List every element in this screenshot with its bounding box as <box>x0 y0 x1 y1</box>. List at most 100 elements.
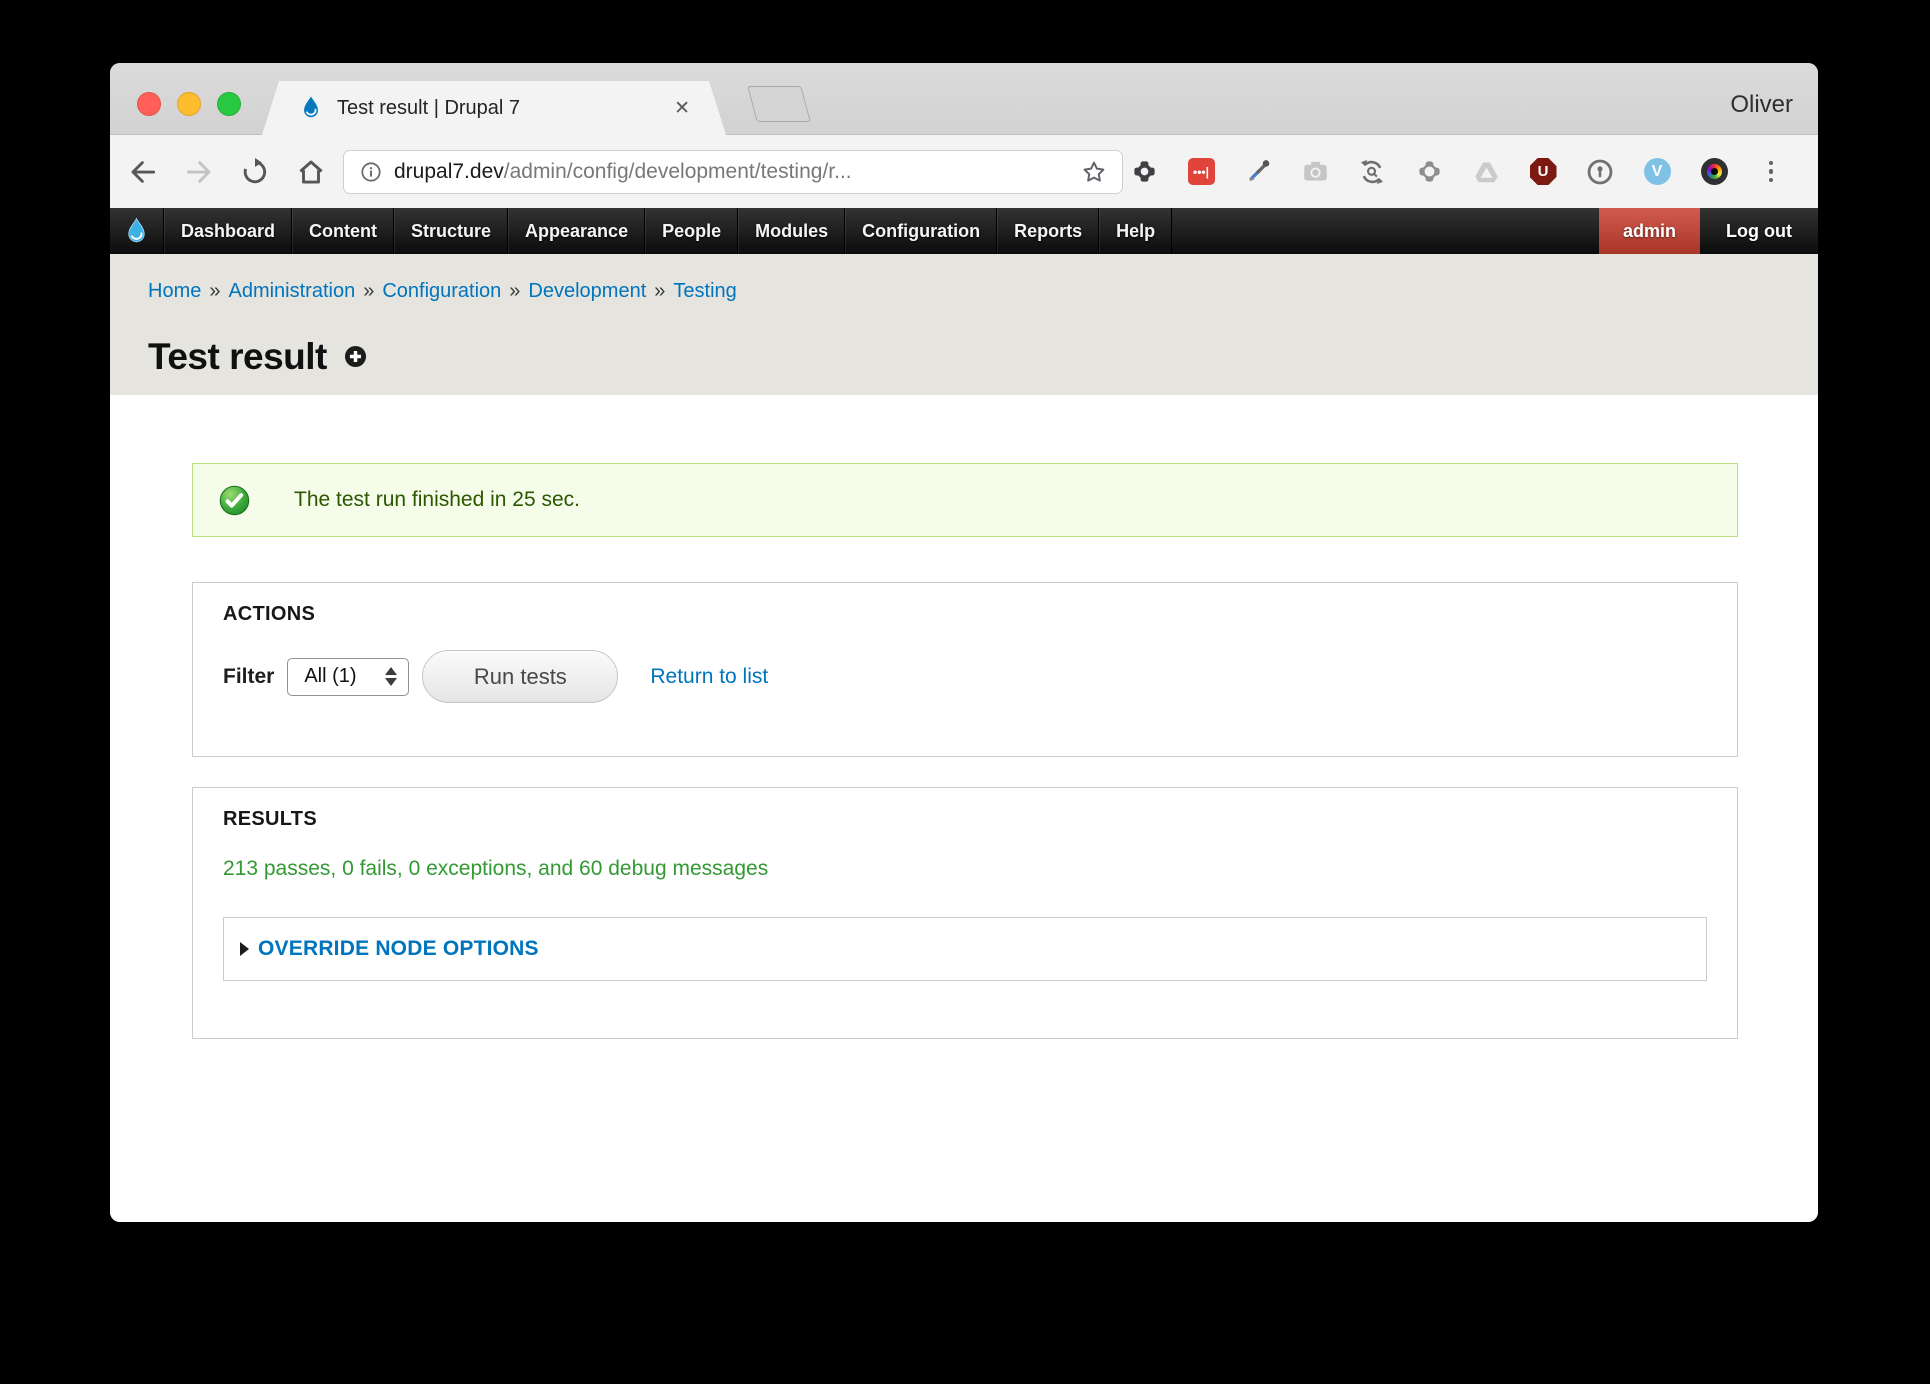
userscript-cog-extension-icon[interactable] <box>1414 157 1444 187</box>
back-icon <box>128 157 158 187</box>
keyhole-circle-icon <box>1586 158 1614 186</box>
browser-tab[interactable]: Test result | Drupal 7 ✕ <box>262 81 726 135</box>
toolbar-item-configuration[interactable]: Configuration <box>845 208 997 254</box>
page-info-icon[interactable] <box>359 160 383 184</box>
browser-toolbar: drupal7.dev/admin/config/development/tes… <box>110 135 1818 208</box>
drupal-home-button[interactable] <box>110 208 164 254</box>
collapsed-arrow-icon <box>240 942 249 956</box>
actions-legend: ACTIONS <box>223 603 1707 626</box>
drive-extension-icon[interactable] <box>1471 157 1501 187</box>
breadcrumb-configuration[interactable]: Configuration <box>382 280 501 302</box>
toolbar-item-appearance[interactable]: Appearance <box>508 208 645 254</box>
toolbar-item-content[interactable]: Content <box>292 208 394 254</box>
close-window-button[interactable] <box>137 92 161 116</box>
override-node-options-link[interactable]: OVERRIDE NODE OPTIONS <box>258 937 539 961</box>
address-bar[interactable]: drupal7.dev/admin/config/development/tes… <box>343 150 1123 194</box>
titlebar: Test result | Drupal 7 ✕ Oliver <box>110 63 1818 135</box>
eyedropper-icon <box>1245 158 1272 185</box>
page-title: Test result <box>148 338 327 375</box>
camera-lens-icon <box>1701 158 1728 185</box>
ublock-octagon-icon: U <box>1530 158 1557 185</box>
toolbar-item-modules[interactable]: Modules <box>738 208 845 254</box>
toolbar-item-reports[interactable]: Reports <box>997 208 1099 254</box>
override-node-options-fieldset[interactable]: OVERRIDE NODE OPTIONS <box>223 917 1707 981</box>
filter-label: Filter <box>223 665 274 689</box>
breadcrumb-development[interactable]: Development <box>528 280 646 302</box>
return-to-list-link[interactable]: Return to list <box>650 665 768 689</box>
toolbar-item-dashboard[interactable]: Dashboard <box>164 208 292 254</box>
toolbar-item-people[interactable]: People <box>645 208 738 254</box>
main-content: The test run finished in 25 sec. ACTIONS… <box>110 395 1818 1222</box>
breadcrumb-separator: » <box>209 280 220 302</box>
drupal-admin-toolbar: Dashboard Content Structure Appearance P… <box>110 208 1818 254</box>
drive-triangle-icon <box>1473 158 1500 185</box>
key-extension-icon[interactable] <box>1585 157 1615 187</box>
toolbar-logout[interactable]: Log out <box>1700 208 1818 254</box>
success-check-icon <box>219 485 250 516</box>
star-icon <box>1081 159 1107 185</box>
run-tests-button[interactable]: Run tests <box>422 650 618 703</box>
home-icon <box>296 157 326 187</box>
lens-extension-icon[interactable] <box>1699 157 1729 187</box>
extension-row: •••| <box>1129 157 1786 187</box>
breadcrumb-separator: » <box>363 280 374 302</box>
select-arrows-icon <box>385 667 397 686</box>
results-summary: 213 passes, 0 fails, 0 exceptions, and 6… <box>223 857 1707 881</box>
status-message: The test run finished in 25 sec. <box>192 463 1738 537</box>
page-header: Home » Administration » Configuration » Develo… <box>110 254 1818 395</box>
drupal-logo-icon <box>122 217 151 246</box>
zoom-window-button[interactable] <box>217 92 241 116</box>
breadcrumb-testing[interactable]: Testing <box>673 280 736 302</box>
browser-window: Test result | Drupal 7 ✕ Oliver <box>110 63 1818 1222</box>
filter-select-value: All (1) <box>304 665 356 688</box>
url-text[interactable]: drupal7.dev/admin/config/development/tes… <box>394 160 852 184</box>
results-fieldset: RESULTS 213 passes, 0 fails, 0 exception… <box>192 787 1738 1039</box>
minimize-window-button[interactable] <box>177 92 201 116</box>
back-button[interactable] <box>128 157 158 187</box>
actions-fieldset: ACTIONS Filter All (1) Run tests Return … <box>192 582 1738 757</box>
reload-button[interactable] <box>240 157 270 187</box>
toolbar-spacer <box>1172 208 1599 254</box>
home-button[interactable] <box>296 157 326 187</box>
cog-icon <box>1416 158 1443 185</box>
toolbar-user-admin[interactable]: admin <box>1599 208 1700 254</box>
v-circle-icon: V <box>1644 158 1671 185</box>
breadcrumb-administration[interactable]: Administration <box>228 280 355 302</box>
v-extension-icon[interactable]: V <box>1642 157 1672 187</box>
kebab-menu-icon <box>1769 161 1774 183</box>
sync-search-extension-icon[interactable] <box>1357 157 1387 187</box>
add-shortcut-icon[interactable] <box>344 345 367 368</box>
url-domain: drupal7.dev <box>394 160 504 183</box>
chrome-profile-name[interactable]: Oliver <box>1730 91 1793 119</box>
forward-button[interactable] <box>184 157 214 187</box>
nav-buttons <box>128 157 326 187</box>
gear-icon <box>1131 158 1158 185</box>
breadcrumb: Home » Administration » Configuration » Develo… <box>148 280 737 303</box>
camera-extension-icon[interactable] <box>1300 157 1330 187</box>
tab-close-icon[interactable]: ✕ <box>674 97 690 120</box>
forward-icon <box>184 157 214 187</box>
browser-menu-button[interactable] <box>1756 157 1786 187</box>
eyedropper-extension-icon[interactable] <box>1243 157 1273 187</box>
bookmark-star-button[interactable] <box>1081 159 1107 185</box>
results-legend: RESULTS <box>223 808 1707 831</box>
filter-select[interactable]: All (1) <box>287 658 409 696</box>
camera-icon <box>1302 158 1329 185</box>
circular-arrows-icon <box>1358 158 1386 186</box>
settings-gear-extension-icon[interactable] <box>1129 157 1159 187</box>
traffic-lights <box>137 92 241 116</box>
breadcrumb-separator: » <box>654 280 665 302</box>
url-path: /admin/config/development/testing/r... <box>504 160 852 183</box>
breadcrumb-separator: » <box>509 280 520 302</box>
dots-badge-icon: •••| <box>1188 158 1215 185</box>
tab-title: Test result | Drupal 7 <box>337 97 674 120</box>
ublock-extension-icon[interactable]: U <box>1528 157 1558 187</box>
password-manager-extension-icon[interactable]: •••| <box>1186 157 1216 187</box>
status-message-text: The test run finished in 25 sec. <box>294 488 580 512</box>
new-tab-button[interactable] <box>747 86 811 122</box>
breadcrumb-home[interactable]: Home <box>148 280 201 302</box>
toolbar-item-structure[interactable]: Structure <box>394 208 508 254</box>
toolbar-item-help[interactable]: Help <box>1099 208 1172 254</box>
reload-icon <box>240 157 270 187</box>
drupal-favicon <box>298 95 324 121</box>
